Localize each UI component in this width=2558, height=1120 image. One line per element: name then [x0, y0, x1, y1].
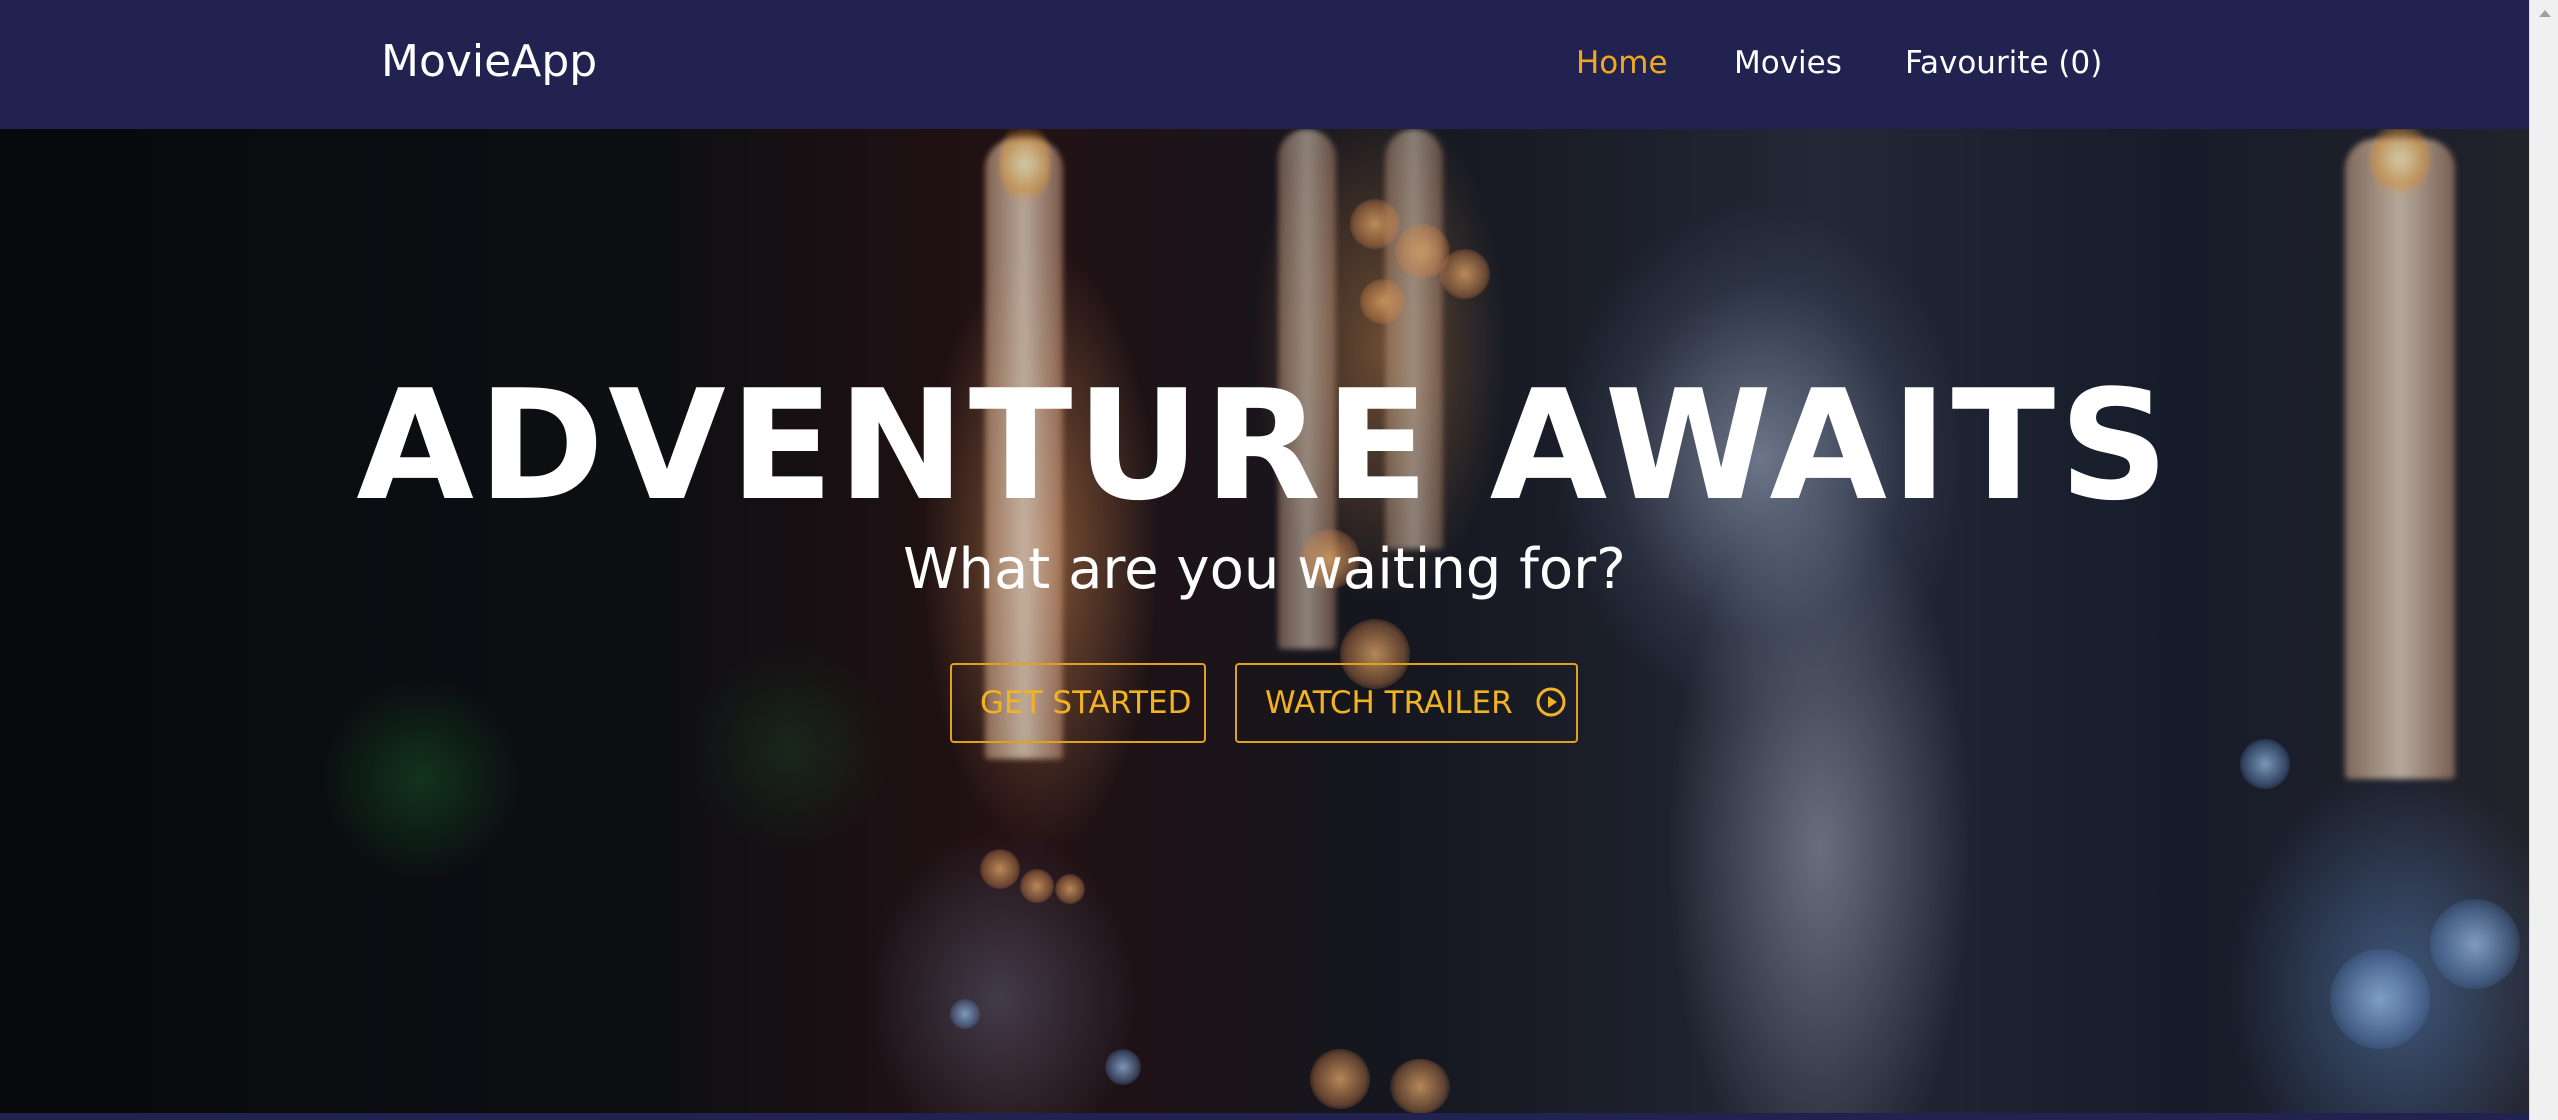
watch-trailer-button[interactable]: WATCH TRAILER: [1235, 663, 1578, 743]
scroll-up-arrow-icon[interactable]: [2539, 10, 2551, 17]
get-started-button[interactable]: GET STARTED: [950, 663, 1206, 743]
hero-section: ADVENTURE AWAITS What are you waiting fo…: [0, 129, 2529, 1113]
play-circle-icon: [1536, 687, 1566, 716]
nav-link-favourite[interactable]: Favourite (0): [1905, 44, 2102, 82]
hero-subtitle: What are you waiting for?: [903, 537, 1626, 602]
navbar: MovieApp Home Movies Favourite (0): [0, 0, 2529, 129]
hero-title: ADVENTURE AWAITS: [356, 356, 2173, 534]
watch-trailer-label: WATCH TRAILER: [1265, 685, 1513, 721]
vertical-scrollbar[interactable]: [2529, 0, 2558, 1120]
nav-link-movies[interactable]: Movies: [1734, 44, 1842, 82]
nav-link-home[interactable]: Home: [1576, 44, 1668, 82]
brand-logo[interactable]: MovieApp: [381, 36, 597, 88]
bottom-strip: [0, 1113, 2529, 1120]
page: MovieApp Home Movies Favourite (0) ADVEN…: [0, 0, 2558, 1120]
get-started-label: GET STARTED: [980, 685, 1192, 721]
